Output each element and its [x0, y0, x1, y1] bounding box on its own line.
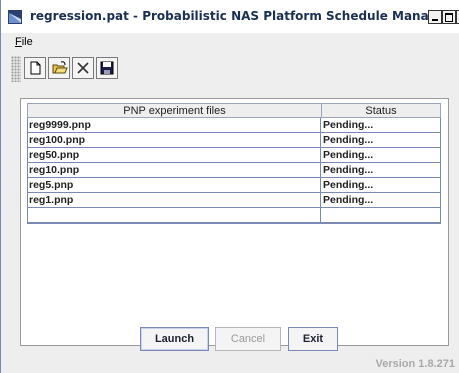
files-table: PNP experiment files Status reg9999.pnp … [27, 103, 441, 224]
save-icon [100, 61, 114, 75]
table-row[interactable]: reg5.pnp Pending... [28, 178, 440, 193]
minimize-icon[interactable] [428, 10, 442, 24]
file-cell: reg10.pnp [29, 164, 80, 176]
cancel-button[interactable]: Cancel [215, 327, 281, 351]
file-cell: reg1.pnp [29, 194, 74, 206]
menu-file-rest: ile [21, 36, 33, 48]
file-cell: reg50.pnp [29, 149, 80, 161]
table-row[interactable]: reg1.pnp Pending... [28, 193, 440, 208]
table-row[interactable]: reg10.pnp Pending... [28, 163, 440, 178]
menu-bar: File [1, 34, 459, 50]
cell-divider [320, 193, 321, 208]
maximize-icon[interactable] [442, 10, 456, 24]
open-button[interactable] [48, 57, 70, 79]
title-bar[interactable]: regression.pat - Probabilistic NAS Platf… [1, 0, 459, 33]
cell-divider [320, 208, 321, 223]
open-folder-icon [52, 61, 68, 74]
version-label: Version 1.8.271 [375, 358, 456, 370]
table-row-empty[interactable] [28, 208, 440, 223]
toolbar-grip[interactable] [11, 56, 21, 82]
new-file-button[interactable] [24, 57, 46, 79]
menu-file-mnemonic: F [15, 36, 22, 48]
cell-divider [320, 178, 321, 193]
cell-divider [320, 118, 321, 133]
status-cell: Pending... [323, 149, 374, 161]
delete-button[interactable] [72, 57, 94, 79]
file-cell: reg100.pnp [29, 134, 86, 146]
launch-button[interactable]: Launch [140, 327, 209, 351]
cell-divider [320, 133, 321, 148]
exit-button[interactable]: Exit [288, 327, 338, 351]
table-row[interactable]: reg50.pnp Pending... [28, 148, 440, 163]
status-cell: Pending... [323, 179, 374, 191]
column-header-status[interactable]: Status [322, 105, 440, 117]
toolbar [11, 52, 459, 86]
table-row[interactable]: reg9999.pnp Pending... [28, 118, 440, 133]
delete-icon [77, 62, 89, 74]
menu-file[interactable]: File [15, 36, 33, 48]
cell-divider [320, 148, 321, 163]
status-cell: Pending... [323, 164, 374, 176]
status-cell: Pending... [323, 119, 374, 131]
file-cell: reg9999.pnp [29, 119, 91, 131]
nas-logo-icon [8, 10, 22, 24]
table-body: reg9999.pnp Pending... reg100.pnp Pendin… [27, 118, 441, 224]
file-cell: reg5.pnp [29, 179, 74, 191]
status-cell: Pending... [323, 194, 374, 206]
table-row[interactable]: reg100.pnp Pending... [28, 133, 440, 148]
status-cell: Pending... [323, 134, 374, 146]
files-panel: PNP experiment files Status reg9999.pnp … [20, 98, 449, 346]
save-button[interactable] [96, 57, 118, 79]
new-file-icon [30, 61, 41, 75]
column-header-files[interactable]: PNP experiment files [28, 105, 321, 117]
table-header: PNP experiment files Status [27, 103, 441, 118]
cell-divider [320, 163, 321, 178]
window-title: regression.pat - Probabilistic NAS Platf… [30, 9, 452, 23]
app-window: regression.pat - Probabilistic NAS Platf… [0, 0, 459, 373]
